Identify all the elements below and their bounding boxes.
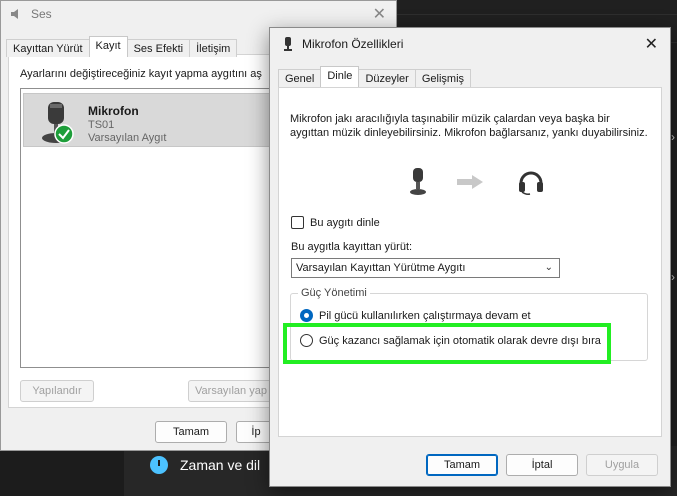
microphone-icon	[284, 37, 292, 51]
device-model: TS01	[88, 119, 115, 131]
chevron-down-icon: ⌄	[544, 262, 553, 273]
speaker-icon	[11, 9, 18, 19]
tab-listen[interactable]: Dinle	[320, 66, 360, 87]
close-icon[interactable]: ✕	[373, 4, 386, 24]
tab-advanced[interactable]: Gelişmiş	[414, 69, 472, 87]
chevron-right-icon: ›	[671, 270, 675, 284]
mic-ok-button[interactable]: Tamam	[426, 454, 498, 476]
radio-continue[interactable]	[300, 309, 313, 322]
divider	[396, 14, 677, 15]
arrow-right-icon	[457, 175, 483, 189]
highlight-box	[283, 323, 611, 364]
sound-dialog-title: Ses	[31, 7, 52, 21]
playback-label-text: Bu aygıtla kayıttan yürüt:	[291, 241, 413, 253]
mic-tabs: Genel Dinle Düzeyler Gelişmiş	[278, 66, 472, 87]
set-default-button[interactable]: Varsayılan yap	[188, 380, 274, 402]
headset-icon	[519, 171, 543, 195]
configure-button[interactable]: Yapılandır	[20, 380, 94, 402]
listen-description: Mikrofon jakı aracılığıyla taşınabilir m…	[290, 113, 648, 139]
power-management-legend: Güç Yönetimi	[298, 287, 370, 299]
default-check-icon	[54, 124, 74, 144]
clock-globe-icon	[150, 456, 168, 474]
tab-general[interactable]: Genel	[278, 69, 322, 87]
sound-dialog-titlebar: Ses	[1, 1, 396, 27]
listen-checkbox-label: Bu aygıtı dinle	[310, 216, 380, 229]
mic-dialog-title: Mikrofon Özellikleri	[302, 37, 404, 51]
listen-checkbox-row[interactable]: Bu aygıtı dinle	[291, 216, 380, 229]
power-option-continue[interactable]: Pil gücü kullanılırken çalıştırmaya deva…	[300, 309, 531, 322]
tab-recording[interactable]: Kayıt	[88, 36, 128, 57]
microphone-properties-dialog: Mikrofon Özellikleri ✕ Genel Dinle Düzey…	[269, 27, 671, 487]
sound-instruction: Ayarlarını değiştireceğiniz kayıt yapma …	[20, 68, 262, 80]
settings-item-label: Zaman ve dil	[180, 457, 261, 473]
mic-dialog-titlebar: Mikrofon Özellikleri	[270, 28, 670, 60]
mic-cancel-button[interactable]: İptal	[506, 454, 578, 476]
chevron-right-icon: ›	[671, 130, 675, 144]
tab-communications[interactable]: İletişim	[189, 39, 238, 57]
radio-continue-label: Pil gücü kullanılırken çalıştırmaya deva…	[319, 309, 531, 322]
settings-item-time-language[interactable]: Zaman ve dil	[150, 456, 260, 474]
sound-ok-button[interactable]: Tamam	[155, 421, 227, 443]
tab-levels[interactable]: Düzeyler	[358, 69, 416, 87]
playback-label: Bu aygıtla kayıttan yürüt:	[291, 241, 412, 253]
playback-device-value: Varsayılan Kayıttan Yürütme Aygıtı	[296, 262, 466, 274]
tab-playback[interactable]: Kayıttan Yürüt	[6, 39, 90, 57]
listen-checkbox[interactable]	[291, 216, 304, 229]
device-status: Varsayılan Aygıt	[88, 132, 167, 144]
tab-sound-effects[interactable]: Ses Efekti	[126, 39, 191, 57]
playback-device-select[interactable]: Varsayılan Kayıttan Yürütme Aygıtı ⌄	[291, 258, 560, 278]
microphone-icon	[410, 168, 426, 195]
close-icon[interactable]: ✕	[645, 34, 658, 54]
device-name: Mikrofon	[88, 104, 139, 118]
mic-apply-button[interactable]: Uygula	[586, 454, 658, 476]
sound-tabs: Kayıttan Yürüt Kayıt Ses Efekti İletişim	[6, 36, 238, 57]
